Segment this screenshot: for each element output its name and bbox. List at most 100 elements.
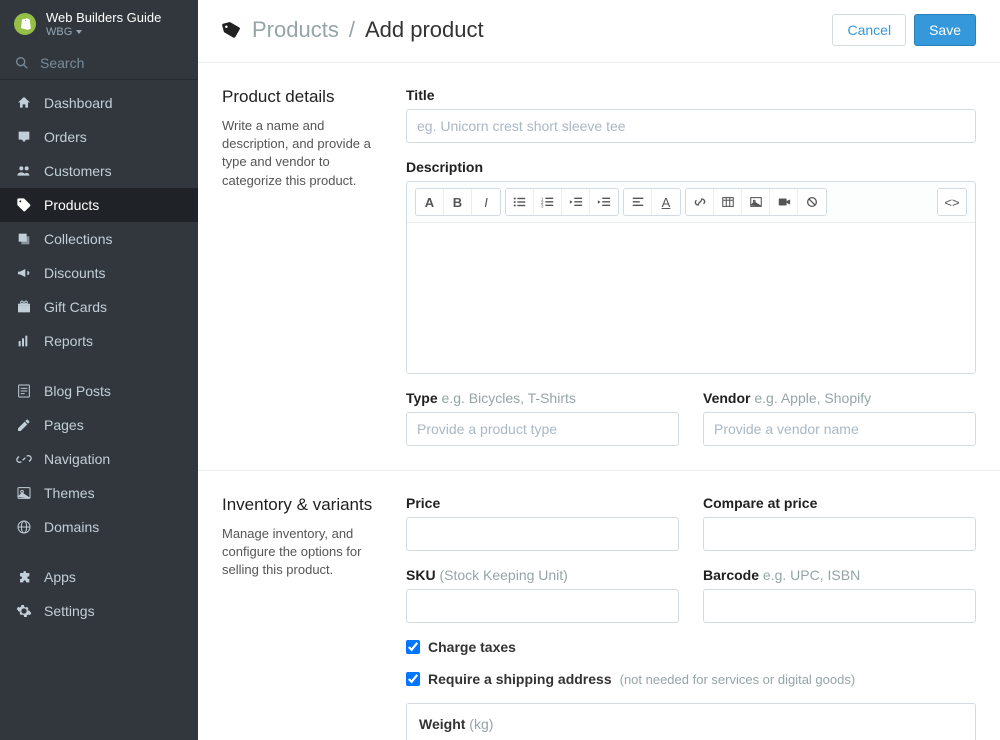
editor-toolbar: A B I 123 (407, 182, 975, 223)
sidebar-item-collections[interactable]: Collections (0, 222, 198, 256)
video-button[interactable] (770, 189, 798, 215)
title-label: Title (406, 87, 976, 103)
html-button[interactable]: <> (938, 189, 966, 215)
breadcrumb-current: Add product (365, 17, 484, 43)
sidebar-item-label: Customers (44, 163, 112, 179)
sidebar-item-label: Collections (44, 231, 112, 247)
sidebar-item-label: Settings (44, 603, 95, 619)
charge-taxes-checkbox[interactable] (406, 640, 420, 654)
sidebar-item-dashboard[interactable]: Dashboard (0, 86, 198, 120)
store-name: Web Builders Guide (46, 10, 161, 26)
sku-input[interactable] (406, 589, 679, 623)
description-label: Description (406, 159, 976, 175)
sidebar-item-label: Themes (44, 485, 95, 501)
price-input[interactable] (406, 517, 679, 551)
sidebar-item-label: Dashboard (44, 95, 113, 111)
require-shipping-hint: (not needed for services or digital good… (620, 672, 856, 687)
weight-label: Weight (kg) (419, 716, 963, 732)
sku-label: SKU (Stock Keeping Unit) (406, 567, 679, 583)
link-button[interactable] (686, 189, 714, 215)
outdent-button[interactable] (562, 189, 590, 215)
link-icon (16, 451, 32, 467)
section-help: Write a name and description, and provid… (222, 117, 382, 190)
numbered-list-button[interactable]: 123 (534, 189, 562, 215)
section-inventory: Inventory & variants Manage inventory, a… (198, 471, 1000, 740)
description-textarea[interactable] (407, 223, 975, 373)
vendor-label: Vendor e.g. Apple, Shopify (703, 390, 976, 406)
section-title: Product details (222, 87, 382, 107)
sidebar-item-navigation[interactable]: Navigation (0, 442, 198, 476)
post-icon (16, 383, 32, 399)
sidebar-item-label: Navigation (44, 451, 110, 467)
stack-icon (16, 231, 32, 247)
nav: Dashboard Orders Customers Products Collecti… (0, 80, 198, 628)
align-dropdown[interactable] (624, 189, 652, 215)
require-shipping-checkbox[interactable] (406, 672, 420, 686)
sidebar-item-label: Orders (44, 129, 87, 145)
sidebar-item-blog-posts[interactable]: Blog Posts (0, 374, 198, 408)
breadcrumb-sep: / (349, 17, 355, 43)
section-product-details: Product details Write a name and descrip… (198, 63, 1000, 471)
search-icon (14, 55, 30, 71)
barcode-input[interactable] (703, 589, 976, 623)
compare-price-input[interactable] (703, 517, 976, 551)
sidebar-item-label: Blog Posts (44, 383, 111, 399)
title-input[interactable] (406, 109, 976, 143)
format-dropdown[interactable]: A (416, 189, 444, 215)
cancel-button[interactable]: Cancel (832, 14, 906, 46)
gear-icon (16, 603, 32, 619)
sidebar-item-label: Reports (44, 333, 93, 349)
image-button[interactable] (742, 189, 770, 215)
type-label: Type e.g. Bicycles, T-Shirts (406, 390, 679, 406)
sidebar-item-products[interactable]: Products (0, 188, 198, 222)
section-help: Manage inventory, and configure the opti… (222, 525, 382, 580)
vendor-input[interactable] (703, 412, 976, 446)
inbox-icon (16, 129, 32, 145)
sidebar-item-orders[interactable]: Orders (0, 120, 198, 154)
sidebar-item-discounts[interactable]: Discounts (0, 256, 198, 290)
sidebar-item-label: Products (44, 197, 99, 213)
globe-icon (16, 519, 32, 535)
sidebar-item-customers[interactable]: Customers (0, 154, 198, 188)
weight-box: Weight (kg) (406, 703, 976, 740)
sidebar-item-settings[interactable]: Settings (0, 594, 198, 628)
sidebar-item-pages[interactable]: Pages (0, 408, 198, 442)
brand-header[interactable]: Web Builders Guide WBG (0, 0, 198, 47)
sidebar-item-label: Discounts (44, 265, 105, 281)
home-icon (16, 95, 32, 111)
main: Products / Add product Cancel Save Produ… (198, 0, 1000, 740)
users-icon (16, 163, 32, 179)
type-input[interactable] (406, 412, 679, 446)
sidebar-item-label: Gift Cards (44, 299, 107, 315)
indent-button[interactable] (590, 189, 618, 215)
sidebar-item-themes[interactable]: Themes (0, 476, 198, 510)
sidebar-item-apps[interactable]: Apps (0, 560, 198, 594)
sidebar: Web Builders Guide WBG Dashboard Orders Cu… (0, 0, 198, 740)
bold-button[interactable]: B (444, 189, 472, 215)
save-button[interactable]: Save (914, 14, 976, 46)
breadcrumb-parent[interactable]: Products (252, 17, 339, 43)
sidebar-item-domains[interactable]: Domains (0, 510, 198, 544)
edit-icon (16, 417, 32, 433)
search-input[interactable] (40, 55, 221, 71)
image-icon (16, 485, 32, 501)
tag-icon (220, 18, 244, 42)
bullet-list-button[interactable] (506, 189, 534, 215)
chevron-down-icon (76, 30, 82, 34)
store-abbrev[interactable]: WBG (46, 26, 161, 39)
tag-icon (16, 197, 32, 213)
table-button[interactable] (714, 189, 742, 215)
section-title: Inventory & variants (222, 495, 382, 515)
search-row[interactable] (0, 47, 198, 80)
color-dropdown[interactable]: A (652, 189, 680, 215)
megaphone-icon (16, 265, 32, 281)
shop-logo-icon (14, 13, 36, 35)
description-editor: A B I 123 (406, 181, 976, 374)
clear-format-button[interactable] (798, 189, 826, 215)
italic-button[interactable]: I (472, 189, 500, 215)
sidebar-item-gift-cards[interactable]: Gift Cards (0, 290, 198, 324)
sidebar-item-reports[interactable]: Reports (0, 324, 198, 358)
barcode-label: Barcode e.g. UPC, ISBN (703, 567, 976, 583)
price-label: Price (406, 495, 679, 511)
breadcrumb: Products / Add product (222, 17, 832, 43)
